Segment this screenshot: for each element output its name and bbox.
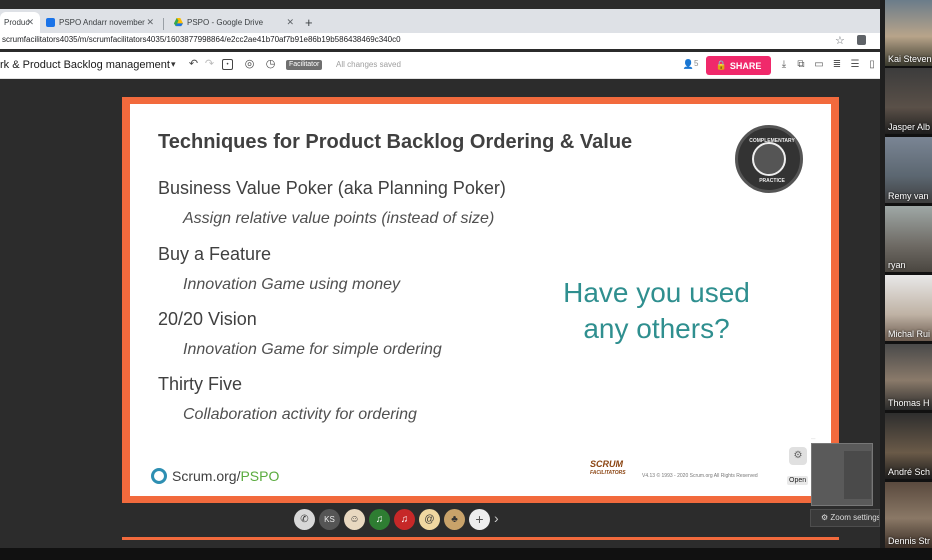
share-screen-icon[interactable]: ⧉ [795, 58, 807, 71]
headset-icon[interactable]: ♫ [369, 509, 390, 530]
chevron-down-icon[interactable]: ▾ [171, 59, 176, 70]
share-button[interactable]: 🔒 SHARE [706, 56, 771, 75]
mention-icon[interactable]: @ [419, 509, 440, 530]
activity-icon[interactable]: ≣ [831, 58, 843, 71]
avatar-ks[interactable]: KS [319, 509, 340, 530]
sf-logo-line: FACILITATORS [590, 470, 626, 476]
close-icon[interactable]: ✕ [286, 18, 294, 27]
slide[interactable]: Techniques for Product Backlog Ordering … [130, 104, 831, 496]
minimap[interactable] [811, 443, 873, 506]
close-icon[interactable]: ✕ [146, 18, 154, 27]
sf-logo-line: SCRUM [590, 459, 623, 469]
phone-icon[interactable]: ✆ [294, 509, 315, 530]
timer-icon[interactable]: ◷ [264, 58, 277, 71]
tab-pspo-andarr[interactable]: PSPO Andarr november 2020 | ✕ [42, 12, 160, 33]
tab-google-drive[interactable]: PSPO - Google Drive ✕ [170, 12, 300, 33]
new-tab-button[interactable]: + [305, 15, 313, 30]
participant-name: André Sch [888, 467, 931, 477]
redo-icon[interactable]: ↷ [203, 58, 216, 71]
tab-label: PSPO - Google Drive [187, 18, 264, 27]
tab-bar: Produc ✕ PSPO Andarr november 2020 | ✕ P… [0, 9, 880, 33]
participant-tile[interactable]: Dennis Str [885, 482, 932, 548]
scrum-org-logo: Scrum.org/ PSPO [151, 468, 279, 484]
export-icon[interactable]: ⤓ [778, 58, 790, 71]
url-text[interactable]: scrumfacilitators4035/m/scrumfacilitator… [2, 35, 401, 44]
participant-name: Michal Rui [888, 329, 931, 339]
group-icon[interactable]: ♣ [444, 509, 465, 530]
question-line: any others? [583, 313, 730, 344]
settings-gear-icon[interactable]: ⚙ [789, 447, 807, 465]
participant-name: Remy van [888, 191, 929, 201]
participant-list: Kai Steven Jasper Alb Remy van ryan Mich… [885, 0, 932, 560]
avatar-photo[interactable]: ☺ [344, 509, 365, 530]
doc-icon [46, 18, 55, 27]
participant-name: Dennis Str [888, 536, 931, 546]
frame-icon[interactable]: • [222, 59, 233, 70]
tab-product-backlog[interactable]: Produc ✕ [0, 12, 40, 33]
technique-heading: Thirty Five [158, 374, 243, 394]
minimap-collapse-button[interactable]: – [811, 434, 815, 443]
scrum-facilitators-logo: SCRUM FACILITATORS [590, 460, 626, 478]
zoom-label: Zoom settings [830, 513, 880, 522]
badge-emblem-icon [752, 142, 786, 176]
scrum-org-icon [151, 468, 167, 484]
add-button[interactable]: + [469, 509, 490, 530]
open-label: Open [789, 477, 807, 484]
bottom-bar [0, 548, 885, 560]
technique-heading: Buy a Feature [158, 244, 272, 264]
participant-name: Jasper Alb [888, 122, 931, 132]
chevron-right-icon[interactable]: › [494, 510, 499, 526]
bookmark-star-icon[interactable]: ☆ [835, 34, 845, 47]
address-bar[interactable]: scrumfacilitators4035/m/scrumfacilitator… [0, 33, 880, 49]
technique-description: Collaboration activity for ordering [183, 406, 417, 423]
technique-heading: Business Value Poker (aka Planning Poker… [158, 178, 506, 198]
participant-tile[interactable]: Jasper Alb [885, 68, 932, 134]
participant-name: Thomas H [888, 398, 930, 408]
participant-name: ryan [888, 260, 906, 270]
extension-puzzle-icon[interactable] [857, 35, 866, 45]
share-label: SHARE [729, 60, 762, 71]
technique-description: Innovation Game using money [183, 276, 401, 293]
zoom-settings-button[interactable]: ⚙ Zoom settings [810, 509, 880, 527]
undo-icon[interactable]: ↶ [187, 58, 200, 71]
logo-left-text: Scrum.org/ [172, 468, 241, 484]
slide-question: Have you used any others? [540, 275, 773, 347]
participant-tile[interactable]: Thomas H [885, 344, 932, 410]
panel-icon[interactable]: ▯ [866, 58, 878, 71]
technique-description: Innovation Game for simple ordering [183, 341, 442, 358]
app-toolbar: rk & Product Backlog management ▾ ↶ ↷ • … [0, 52, 880, 79]
logo-right-text: PSPO [240, 468, 280, 484]
participant-tile[interactable]: Remy van [885, 137, 932, 203]
participant-tile[interactable]: Kai Steven [885, 0, 932, 66]
badge-bottom-text: PRACTICE [759, 178, 785, 184]
complementary-practice-badge: COMPLEMENTARY PRACTICE [735, 125, 803, 193]
tab-separator [163, 18, 164, 30]
participant-tile[interactable]: André Sch [885, 413, 932, 479]
spy-icon[interactable]: ◎ [243, 58, 256, 71]
lock-icon: 🔒 [715, 60, 727, 70]
facilitator-badge: Facilitator [286, 60, 323, 70]
open-button[interactable]: Open [787, 476, 809, 485]
headset-red-icon[interactable]: ♫ [394, 509, 415, 530]
question-line: Have you used [563, 277, 750, 308]
saved-status: All changes saved [336, 60, 401, 69]
participant-name: Kai Steven [888, 54, 932, 64]
comment-icon[interactable]: ▭ [813, 58, 825, 71]
next-slide-edge [122, 537, 839, 540]
board-title[interactable]: rk & Product Backlog management [0, 59, 170, 71]
list-icon[interactable]: ☰ [849, 58, 861, 71]
participant-tile[interactable]: ryan [885, 206, 932, 272]
slide-title: Techniques for Product Backlog Ordering … [158, 131, 633, 153]
tab-label: PSPO Andarr november 2020 | [59, 18, 147, 27]
slide-copyright: V4.13 © 1993 - 2020 Scrum.org All Rights… [642, 473, 758, 479]
participant-tile[interactable]: Michal Rui [885, 275, 932, 341]
drive-icon [174, 18, 183, 27]
gear-icon: ⚙ [821, 513, 831, 522]
close-icon[interactable]: ✕ [26, 18, 34, 27]
user-count: 5 [694, 59, 699, 68]
technique-heading: 20/20 Vision [158, 309, 257, 329]
screen: { "browser": { "tabs": [ {"label": "Prod… [0, 0, 932, 560]
technique-description: Assign relative value points (instead of… [183, 210, 495, 227]
minimap-viewport[interactable] [844, 451, 871, 499]
